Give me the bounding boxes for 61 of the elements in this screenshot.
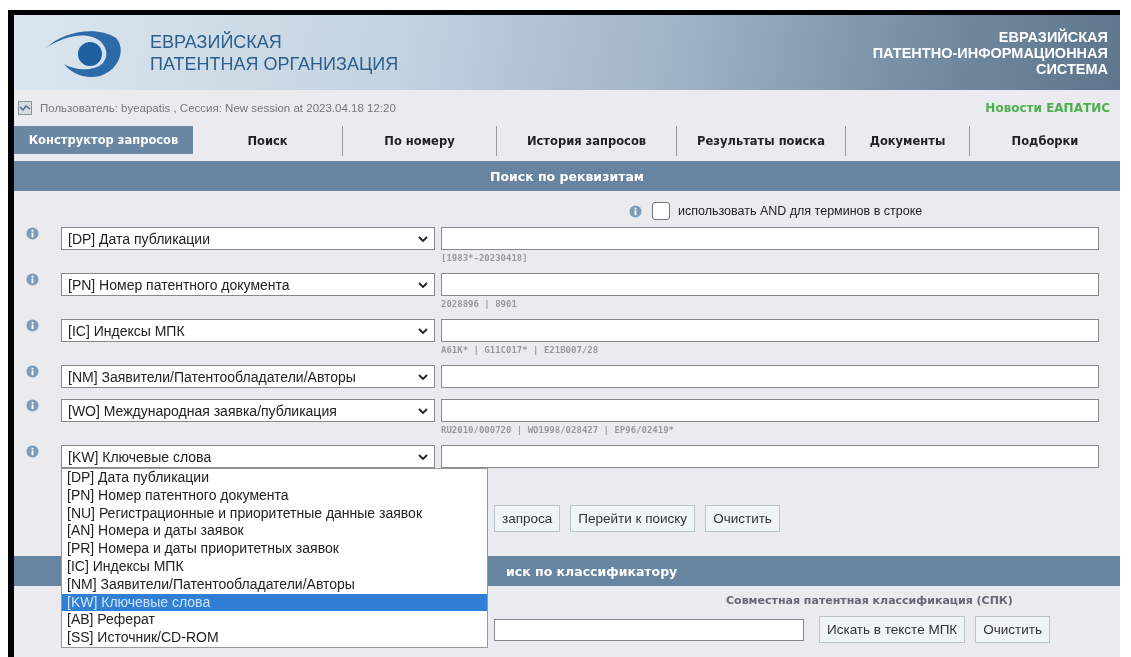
info-icon[interactable] <box>629 204 642 218</box>
info-icon[interactable] <box>26 399 39 412</box>
checkbox-label: использовать AND для терминов в строке <box>678 204 923 218</box>
field-select[interactable]: [KW] Ключевые слова <box>61 445 435 468</box>
system-name: СИСТЕМА <box>1035 60 1108 77</box>
dropdown-option[interactable]: [NU] Регистрационные и приоритетные данные заявок <box>62 504 487 523</box>
classifier-search-field[interactable] <box>494 618 804 641</box>
system-name: ЕВРАЗИЙСКАЯ <box>998 28 1108 45</box>
info-icon[interactable] <box>26 365 39 378</box>
field-select[interactable]: [PN] Номер патентного документа <box>61 273 435 296</box>
caret-icon <box>418 327 428 334</box>
dropdown-option[interactable]: [SS] Источник/CD-ROM <box>62 629 487 647</box>
tab[interactable]: Документы <box>846 126 970 156</box>
tab[interactable]: Поиск <box>193 126 343 156</box>
field-select[interactable]: [WO] Международная заявка/публикация <box>61 399 435 422</box>
dropdown-option[interactable]: [AN] Номера и даты заявок <box>62 522 487 541</box>
field-select[interactable]: [NM] Заявители/Патентообладатели/Авторы <box>61 365 435 388</box>
example-hint: [1983*-20230418] <box>441 253 529 263</box>
dropdown-option[interactable]: [AB] Реферат <box>62 611 487 630</box>
classifier-button[interactable]: Искать в тексте МПК <box>819 616 966 643</box>
form-button[interactable]: Перейти к поиску <box>570 505 696 532</box>
tab[interactable]: Подборки <box>970 126 1120 156</box>
system-name: ПАТЕНТНО-ИНФОРМАЦИОННАЯ <box>872 44 1108 61</box>
search-term-field[interactable] <box>441 399 1099 422</box>
session-info: Пользователь: byeapatis , Сессия: New session at 2023.04.18 12:20 <box>40 102 396 114</box>
example-hint: RU2010/000720 | WO1998/028427 | EP96/02419* <box>441 425 675 435</box>
caret-icon <box>418 453 428 460</box>
search-term-field[interactable] <box>441 227 1099 250</box>
tab[interactable]: История запросов <box>497 126 677 156</box>
info-icon[interactable] <box>26 273 39 286</box>
form-button[interactable]: Очистить <box>705 505 780 532</box>
organization-name: ЕВРАЗИЙСКАЯ <box>150 30 283 53</box>
field-select[interactable]: [DP] Дата публикации <box>61 227 435 250</box>
classification-title: Совместная патентная классификация (СПК) <box>726 594 1013 609</box>
organization-name: ПАТЕНТНАЯ ОРГАНИЗАЦИЯ <box>150 52 399 75</box>
caret-icon <box>418 281 428 288</box>
dropdown-option[interactable]: [DP] Дата публикации <box>62 469 487 487</box>
info-icon[interactable] <box>26 227 39 240</box>
info-icon[interactable] <box>26 319 39 332</box>
example-hint: A61K* | G11C017* | E21B007/28 <box>441 345 600 355</box>
caret-icon <box>418 235 428 242</box>
checkbox[interactable] <box>652 202 670 220</box>
tab[interactable]: Конструктор запросов <box>14 126 193 154</box>
info-icon[interactable] <box>26 445 39 458</box>
chart-icon[interactable] <box>18 101 32 115</box>
dropdown-option[interactable]: [IC] Индексы МПК <box>62 558 487 576</box>
dropdown-option[interactable]: [PR] Номера и даты приоритетных заявок <box>62 540 487 558</box>
search-term-field[interactable] <box>441 319 1099 342</box>
tab[interactable]: По номеру <box>343 126 497 156</box>
caret-icon <box>418 407 428 414</box>
tab[interactable]: Результаты поиска <box>677 126 846 156</box>
example-hint: 2028896 | 8901 <box>441 299 518 309</box>
caret-icon <box>418 373 428 380</box>
classifier-button[interactable]: Очистить <box>975 616 1050 643</box>
search-term-field[interactable] <box>441 273 1099 296</box>
search-term-field[interactable] <box>441 365 1099 388</box>
dropdown-option[interactable]: [PN] Номер патентного документа <box>62 486 487 505</box>
field-select[interactable]: [IC] Индексы МПК <box>61 319 435 342</box>
section-header: Поиск по реквизитам <box>14 161 1120 191</box>
search-term-field[interactable] <box>441 445 1099 468</box>
form-button[interactable]: запроса <box>494 505 561 532</box>
